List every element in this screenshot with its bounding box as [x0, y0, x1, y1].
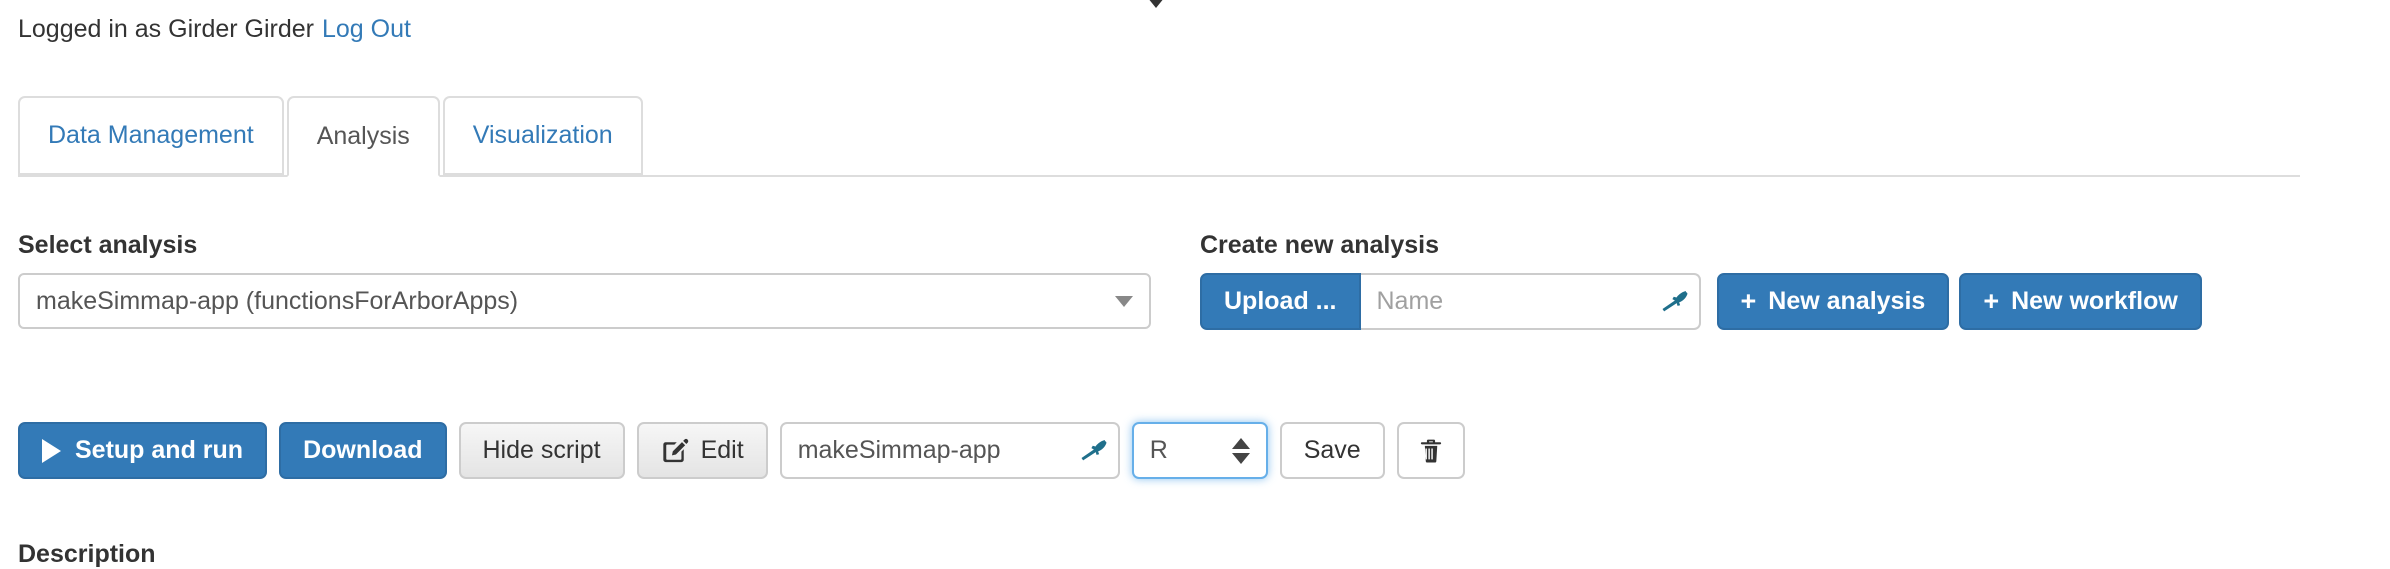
- trash-icon: [1420, 439, 1441, 463]
- language-select[interactable]: R: [1131, 422, 1268, 479]
- hide-script-button[interactable]: Hide script: [458, 422, 625, 479]
- new-analysis-button[interactable]: + New analysis: [1716, 273, 1950, 330]
- collapse-caret-icon[interactable]: [1143, 0, 1169, 8]
- tab-strip: Data Management Analysis Visualization: [18, 96, 2300, 177]
- select-analysis-value: makeSimmap-app (functionsForArborApps): [36, 286, 519, 315]
- new-workflow-button[interactable]: + New workflow: [1959, 273, 2202, 330]
- script-name-input[interactable]: [781, 424, 1118, 477]
- stepper-down-icon: [1231, 452, 1250, 464]
- select-analysis-label: Select analysis: [18, 231, 198, 259]
- select-analysis-dropdown[interactable]: makeSimmap-app (functionsForArborApps): [18, 273, 1151, 329]
- tab-label: Visualization: [472, 121, 613, 149]
- upload-button[interactable]: Upload ...: [1200, 273, 1361, 330]
- new-analysis-button-label: New analysis: [1768, 287, 1926, 315]
- tab-label: Data Management: [48, 121, 254, 149]
- chevron-down-icon: [1115, 295, 1133, 307]
- log-out-link[interactable]: Log Out: [322, 15, 411, 43]
- language-select-value: R: [1149, 436, 1168, 464]
- script-name-field-wrap: [779, 422, 1120, 479]
- download-button[interactable]: Download: [279, 422, 447, 479]
- analysis-toolbar: Setup and run Download Hide script Edit …: [18, 422, 1465, 479]
- stepper-arrows-icon[interactable]: [1231, 437, 1250, 464]
- create-new-analysis-label: Create new analysis: [1200, 231, 1440, 259]
- tab-data-management[interactable]: Data Management: [18, 96, 284, 175]
- edit-button-label: Edit: [700, 436, 744, 464]
- tab-visualization[interactable]: Visualization: [442, 96, 643, 175]
- new-analysis-name-field-wrap: [1360, 273, 1701, 330]
- delete-button[interactable]: [1396, 422, 1465, 479]
- setup-and-run-button[interactable]: Setup and run: [18, 422, 268, 479]
- plus-icon: +: [1740, 286, 1757, 316]
- tab-analysis[interactable]: Analysis: [286, 96, 440, 177]
- analysis-panel: Select analysis makeSimmap-app (function…: [0, 177, 2390, 568]
- new-analysis-name-input[interactable]: [1360, 275, 1699, 328]
- stepper-up-icon: [1231, 437, 1250, 449]
- pencil-square-icon: [662, 438, 688, 462]
- plus-icon: +: [1983, 286, 2000, 316]
- play-icon: [42, 438, 61, 463]
- logged-in-label: Logged in as Girder Girder: [18, 15, 314, 43]
- new-workflow-button-label: New workflow: [2011, 287, 2178, 315]
- setup-and-run-label: Setup and run: [75, 436, 244, 464]
- save-button[interactable]: Save: [1279, 422, 1385, 479]
- edit-button[interactable]: Edit: [636, 422, 768, 479]
- description-label: Description: [18, 540, 156, 568]
- tab-label: Analysis: [316, 122, 410, 150]
- create-new-analysis-row: Upload ... + New analysis + New workflow: [1200, 273, 2202, 330]
- login-status-bar: Logged in as Girder Girder Log Out: [18, 14, 411, 44]
